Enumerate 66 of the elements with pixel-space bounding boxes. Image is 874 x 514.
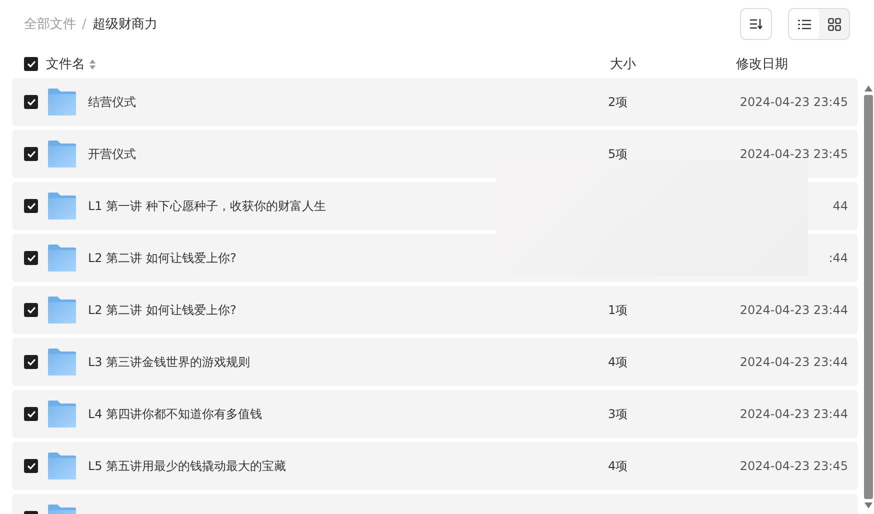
- check-icon: [26, 410, 36, 418]
- item-count: 1项: [608, 302, 628, 316]
- folder-name: L5 第五讲用最少的钱撬动最大的宝藏: [88, 458, 288, 474]
- folder-icon: [47, 140, 77, 168]
- folder-name: L4 第四讲你都不知道你有多值钱: [88, 406, 264, 422]
- list-view-button[interactable]: [789, 9, 819, 39]
- sort-icon: [749, 18, 763, 30]
- breadcrumb-separator: /: [82, 16, 86, 32]
- row-checkbox[interactable]: [24, 251, 38, 265]
- item-count: 4项: [608, 354, 628, 368]
- folder-icon: [47, 400, 77, 428]
- folder-row[interactable]: L5 第五讲用最少的钱撬动最大的宝藏 4项 2024-04-23 23:45: [12, 442, 858, 490]
- modified-date: 44: [832, 199, 848, 213]
- check-icon: [26, 202, 36, 210]
- item-count: 2项: [608, 94, 628, 108]
- column-header: 修改日期: [736, 56, 788, 73]
- sort-button[interactable]: [740, 8, 772, 40]
- folder-icon: [47, 192, 77, 220]
- folder-icon: [47, 296, 77, 324]
- sort-arrows-icon[interactable]: [89, 58, 96, 70]
- check-icon: [26, 150, 36, 158]
- check-icon: [26, 462, 36, 470]
- folder-row[interactable]: L3 第三讲金钱世界的游戏规则 4项 2024-04-23 23:44: [12, 338, 858, 386]
- folder-name: L3 第三讲金钱世界的游戏规则: [88, 354, 252, 370]
- list-icon: [798, 18, 810, 30]
- folder-row[interactable]: L4 第四讲你都不知道你有多值钱 3项 2024-04-23 23:44: [12, 390, 858, 438]
- check-icon: [26, 98, 36, 106]
- modified-date: :44: [828, 251, 848, 265]
- folder-name: L2 第二讲 如何让钱爱上你?: [88, 302, 238, 318]
- folder-name: L1 第一讲 种下心愿种子，收获你的财富人生: [88, 198, 327, 214]
- folder-icon: [47, 244, 77, 272]
- scroll-up-icon[interactable]: [864, 85, 872, 92]
- row-checkbox[interactable]: [24, 199, 38, 213]
- item-count: 3项: [608, 406, 628, 420]
- column-header[interactable]: 文件名: [46, 55, 85, 73]
- row-checkbox[interactable]: [24, 147, 38, 161]
- folder-name: 开营仪式: [88, 146, 137, 162]
- check-icon: [26, 60, 36, 68]
- modified-date: 2024-04-23 23:45: [740, 459, 848, 473]
- folder-name: 结营仪式: [88, 94, 137, 110]
- folder-name: L2 第二讲 如何让钱爱上你?: [88, 250, 238, 266]
- check-icon: [26, 306, 36, 314]
- scroll-down-icon[interactable]: [864, 502, 872, 509]
- column-header: 大小: [610, 56, 636, 73]
- row-checkbox[interactable]: [24, 303, 38, 317]
- folder-icon: [47, 348, 77, 376]
- modified-date: 2024-04-23 23:44: [740, 303, 848, 317]
- folder-icon: [47, 88, 77, 116]
- row-checkbox[interactable]: [24, 95, 38, 109]
- check-icon: [26, 358, 36, 366]
- folder-row[interactable]: 结营仪式 2项 2024-04-23 23:45: [12, 78, 858, 126]
- select-all-checkbox[interactable]: [24, 57, 38, 71]
- check-icon: [26, 254, 36, 262]
- row-checkbox[interactable]: [24, 459, 38, 473]
- item-count: 5项: [608, 146, 628, 160]
- folder-icon: [47, 452, 77, 480]
- breadcrumb-item: 超级财商力: [92, 16, 158, 33]
- modified-date: 2024-04-23 23:44: [740, 355, 848, 369]
- modified-date: 2024-04-23 23:45: [740, 95, 848, 109]
- row-checkbox[interactable]: [24, 355, 38, 369]
- folder-row[interactable]: L2 第二讲 如何让钱爱上你? 1项 2024-04-23 23:44: [12, 286, 858, 334]
- modified-date: 2024-04-23 23:45: [740, 147, 848, 161]
- grid-icon: [828, 18, 840, 30]
- modified-date: 2024-04-23 23:44: [740, 407, 848, 421]
- row-checkbox[interactable]: [24, 407, 38, 421]
- item-count: 4项: [608, 458, 628, 472]
